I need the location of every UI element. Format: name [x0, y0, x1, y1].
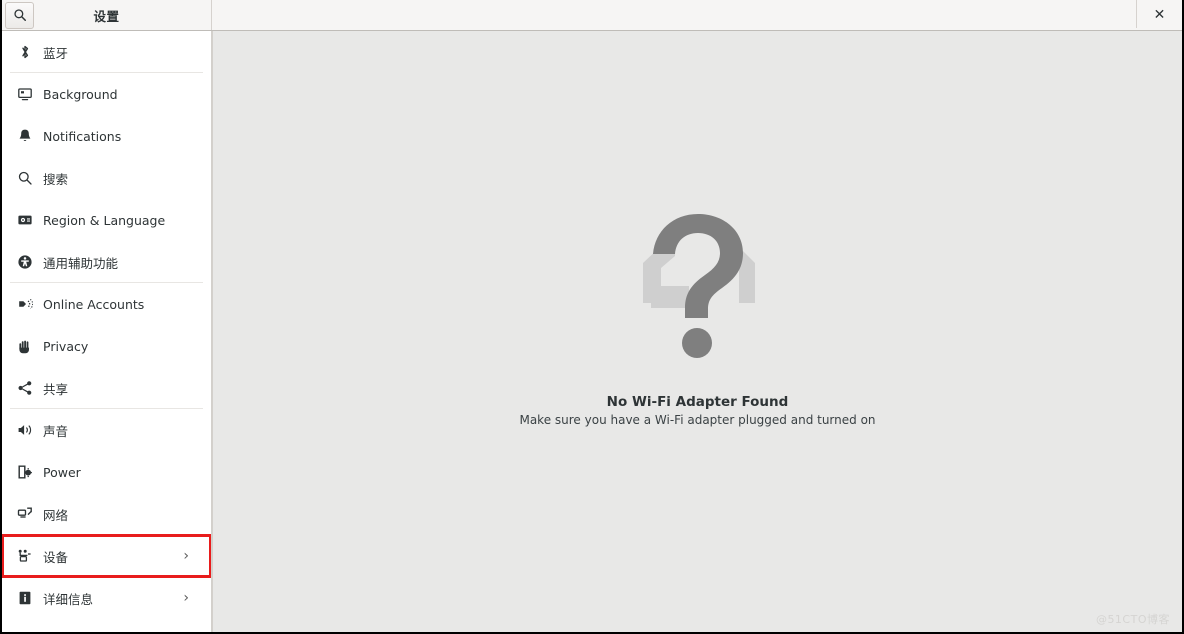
empty-state: No Wi-Fi Adapter Found Make sure you hav… — [519, 208, 876, 427]
sidebar-item-13[interactable]: 详细信息 › — [2, 577, 211, 619]
privacy-hand-icon — [15, 338, 35, 354]
sidebar-item-label: Region & Language — [43, 212, 166, 228]
sidebar-item-10[interactable]: Power — [2, 451, 211, 493]
watermark: @51CTO博客 — [1095, 613, 1170, 627]
sharing-icon — [15, 380, 35, 396]
question-mark-icon — [613, 208, 783, 368]
sidebar-item-7[interactable]: Privacy — [2, 325, 211, 367]
title-bar-left: 设置 — [2, 0, 212, 30]
sidebar-item-9[interactable]: 声音 — [2, 409, 211, 451]
sidebar-item-3[interactable]: 搜索 — [2, 157, 211, 199]
search-icon — [15, 170, 35, 186]
online-accounts-icon — [15, 296, 35, 312]
search-icon — [13, 8, 27, 22]
sidebar-item-label: 通用辅助功能 — [43, 255, 119, 271]
sidebar-item-label: Privacy — [43, 338, 89, 354]
network-icon — [15, 506, 35, 522]
sidebar-item-label: Power — [43, 464, 81, 480]
chevron-right-icon: › — [183, 548, 189, 564]
title-bar: 设置 ✕ — [2, 0, 1182, 31]
sidebar-item-4[interactable]: Region & Language — [2, 199, 211, 241]
power-icon — [15, 464, 35, 480]
bell-icon — [15, 128, 35, 144]
sidebar-list: 蓝牙 Background Notifications 搜索 Region & Lang… — [2, 31, 211, 619]
sidebar-item-5[interactable]: 通用辅助功能 — [2, 241, 211, 283]
devices-icon — [15, 548, 35, 564]
background-icon — [15, 86, 35, 102]
sidebar-item-label: 搜索 — [43, 171, 69, 187]
sidebar-item-label: 共享 — [43, 381, 69, 397]
settings-window: 设置 ✕ 蓝牙 Background Notifications 搜索 Region &… — [0, 0, 1184, 634]
empty-state-title: No Wi-Fi Adapter Found — [606, 394, 789, 410]
sidebar-item-label: 蓝牙 — [43, 45, 69, 61]
details-info-icon — [15, 590, 35, 606]
accessibility-icon — [15, 254, 35, 270]
sidebar-item-0[interactable]: 蓝牙 — [2, 31, 211, 73]
sidebar-item-12[interactable]: 设备 › — [2, 534, 211, 578]
sidebar-item-label: 详细信息 — [43, 591, 94, 607]
empty-state-subtitle: Make sure you have a Wi-Fi adapter plugg… — [519, 413, 876, 427]
sidebar-item-2[interactable]: Notifications — [2, 115, 211, 157]
sidebar-item-label: Online Accounts — [43, 296, 145, 312]
sound-icon — [15, 422, 35, 438]
sidebar-item-1[interactable]: Background — [2, 73, 211, 115]
sidebar-item-6[interactable]: Online Accounts — [2, 283, 211, 325]
window-body: 蓝牙 Background Notifications 搜索 Region & Lang… — [2, 31, 1182, 632]
close-button[interactable]: ✕ — [1137, 0, 1182, 30]
chevron-right-icon: › — [183, 590, 189, 606]
sidebar-item-label: 设备 — [43, 549, 69, 565]
bluetooth-icon — [15, 44, 35, 60]
sidebar-item-label: Notifications — [43, 128, 122, 144]
sidebar-item-label: Background — [43, 86, 118, 102]
region-language-icon — [15, 212, 35, 228]
sidebar-item-11[interactable]: 网络 — [2, 493, 211, 535]
main-content: No Wi-Fi Adapter Found Make sure you hav… — [213, 31, 1182, 632]
sidebar-item-label: 声音 — [43, 423, 69, 439]
search-button[interactable] — [5, 1, 34, 29]
title-bar-right: ✕ — [212, 0, 1182, 30]
sidebar-item-label: 网络 — [43, 507, 69, 523]
sidebar-item-8[interactable]: 共享 — [2, 367, 211, 409]
sidebar: 蓝牙 Background Notifications 搜索 Region & Lang… — [2, 31, 213, 632]
